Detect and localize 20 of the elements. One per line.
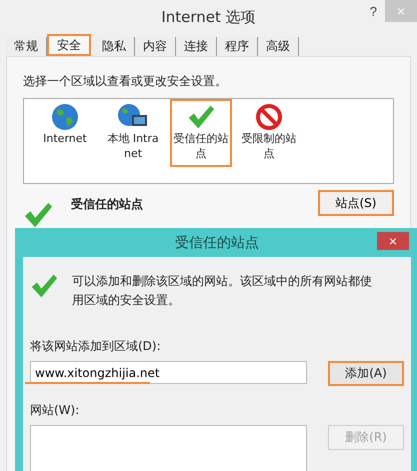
info-text: 可以添加和删除该区域的网站。该区域中的所有网站都使用区域的安全设置。 bbox=[72, 273, 373, 309]
no-entry-icon bbox=[255, 103, 283, 131]
close-button[interactable]: × bbox=[377, 232, 409, 250]
sites-button[interactable]: 站点(S) bbox=[318, 190, 394, 216]
globe-icon bbox=[51, 103, 79, 131]
zone-prompt: 选择一个区域以查看或更改安全设置。 bbox=[23, 73, 228, 90]
tab[interactable]: 安全 bbox=[47, 34, 91, 56]
zone-title: 受信任的站点 bbox=[71, 196, 144, 213]
field-label: 网站(W): bbox=[30, 402, 80, 419]
help-button[interactable]: ? bbox=[364, 2, 383, 21]
website-list[interactable] bbox=[30, 425, 307, 471]
field-label: 将该网站添加到区域(D): bbox=[30, 338, 162, 355]
add-button[interactable]: 添加(A) bbox=[328, 361, 404, 386]
zone-item[interactable]: 受信任的站点 bbox=[170, 99, 232, 167]
checkmark-icon bbox=[23, 200, 53, 230]
checkmark-icon bbox=[30, 272, 58, 300]
checkmark-icon bbox=[187, 103, 215, 131]
window-title: Internet 选项 bbox=[161, 8, 256, 26]
dialog-title: 受信任的站点 bbox=[175, 234, 259, 252]
website-input[interactable]: www.xitongzhijia.net bbox=[30, 361, 307, 384]
